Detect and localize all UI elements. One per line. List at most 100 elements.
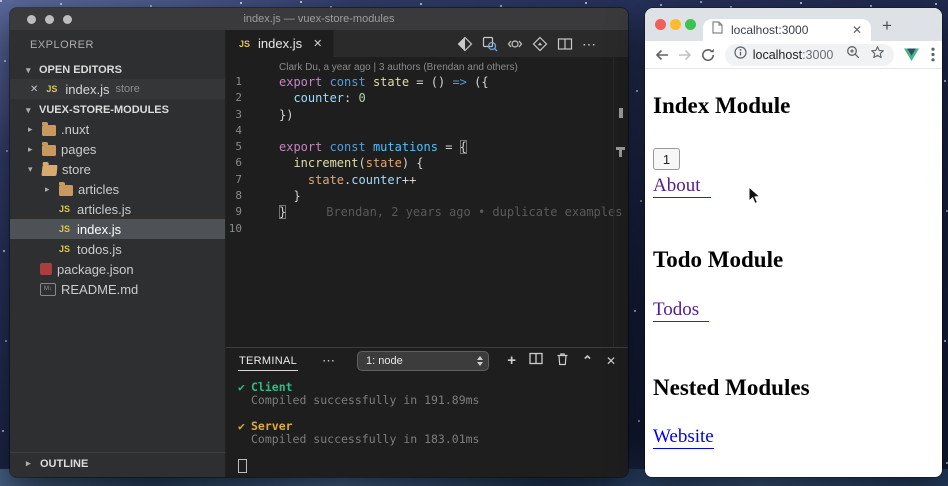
explorer-sidebar: EXPLORER ▾ OPEN EDITORS ✕ JS index.js st… bbox=[10, 30, 225, 477]
code-line[interactable]: 1export const state = () => ({ bbox=[226, 74, 628, 90]
chevron-right-icon: ▸ bbox=[26, 458, 35, 469]
code-line[interactable]: 6 increment(state) { bbox=[226, 155, 628, 171]
forward-icon[interactable] bbox=[674, 43, 697, 66]
link-row: About bbox=[653, 176, 934, 198]
browser-tab[interactable]: localhost:3000 ✕ bbox=[703, 19, 871, 41]
link-row: Todos bbox=[653, 300, 934, 322]
window-minimize-button[interactable] bbox=[670, 19, 681, 30]
overview-mark bbox=[619, 108, 623, 118]
code-text bbox=[242, 221, 279, 237]
kill-terminal-icon[interactable] bbox=[556, 352, 569, 371]
tab-index-js[interactable]: JS index.js ✕ bbox=[226, 30, 334, 57]
about-link[interactable]: About bbox=[653, 176, 711, 198]
menu-icon[interactable] bbox=[924, 47, 942, 62]
new-tab-button[interactable]: + bbox=[882, 16, 892, 36]
toggle-blame-icon[interactable] bbox=[507, 36, 523, 52]
open-editor-item[interactable]: ✕ JS index.js store bbox=[10, 79, 225, 99]
tree-item-package-json[interactable]: package.json bbox=[10, 259, 225, 279]
line-number: 4 bbox=[226, 123, 242, 139]
tree-item-pages[interactable]: ▸pages bbox=[10, 139, 225, 159]
terminal-selector-value: 1: node bbox=[366, 355, 403, 367]
reload-icon[interactable] bbox=[697, 43, 720, 66]
desktop-background: index.js — vuex-store-modules EXPLORER ▾… bbox=[0, 0, 948, 486]
back-icon[interactable] bbox=[651, 43, 674, 66]
open-preview-icon[interactable] bbox=[482, 36, 498, 52]
code-line[interactable]: 10 bbox=[226, 221, 628, 237]
counter-button[interactable]: 1 bbox=[653, 148, 680, 170]
tree-item-store[interactable]: ▾store bbox=[10, 159, 225, 179]
window-minimize-button[interactable] bbox=[45, 15, 54, 24]
close-tab-icon[interactable]: ✕ bbox=[313, 37, 322, 50]
address-bar[interactable]: localhost:3000 bbox=[725, 44, 894, 66]
zoom-icon[interactable] bbox=[846, 45, 860, 64]
js-icon: JS bbox=[57, 204, 72, 214]
desktop-stars bbox=[0, 0, 2, 2]
terminal-cursor bbox=[238, 459, 247, 473]
window-close-button[interactable] bbox=[655, 19, 666, 30]
browser-tabbar[interactable]: localhost:3000 ✕ + bbox=[645, 8, 942, 41]
url-host: localhost bbox=[753, 48, 802, 62]
bookmark-star-icon[interactable] bbox=[870, 45, 885, 65]
split-terminal-icon[interactable] bbox=[529, 352, 543, 370]
gitlens-icon[interactable] bbox=[532, 36, 548, 52]
page-section: Todo ModuleTodos bbox=[653, 198, 934, 321]
outline-label: OUTLINE bbox=[40, 458, 88, 470]
code-line[interactable]: 8 } bbox=[226, 188, 628, 204]
open-editors-section-header[interactable]: ▾ OPEN EDITORS bbox=[10, 61, 225, 79]
tree-item-todos-js[interactable]: JStodos.js bbox=[10, 239, 225, 259]
folder-icon bbox=[59, 185, 73, 196]
page-info-icon[interactable] bbox=[734, 46, 747, 64]
tree-item-readme[interactable]: M↓README.md bbox=[10, 279, 225, 299]
url-text[interactable]: localhost:3000 bbox=[753, 48, 834, 62]
vscode-window: index.js — vuex-store-modules EXPLORER ▾… bbox=[10, 8, 628, 477]
terminal-output[interactable]: ✔ClientCompiled successfully in 191.89ms… bbox=[226, 374, 628, 473]
tree-item-index-js[interactable]: JSindex.js bbox=[10, 219, 225, 239]
terminal-selector[interactable]: 1: node bbox=[357, 351, 489, 371]
new-terminal-icon[interactable]: + bbox=[507, 355, 516, 367]
code-text bbox=[242, 123, 279, 139]
close-icon[interactable]: ✕ bbox=[30, 84, 38, 95]
tree-item-nuxt[interactable]: ▸.nuxt bbox=[10, 119, 225, 139]
file-label: store bbox=[62, 162, 91, 177]
vscode-titlebar[interactable]: index.js — vuex-store-modules bbox=[10, 8, 628, 30]
close-panel-icon[interactable]: ✕ bbox=[606, 354, 616, 368]
code-line[interactable]: 5export const mutations = { bbox=[226, 139, 628, 155]
tree-item-articles-js[interactable]: JSarticles.js bbox=[10, 199, 225, 219]
window-zoom-button[interactable] bbox=[63, 15, 72, 24]
code-editor[interactable]: Clark Du, a year ago | 3 authors (Brenda… bbox=[226, 57, 628, 347]
code-line[interactable]: 3}) bbox=[226, 107, 628, 123]
more-actions-icon[interactable]: ⋯ bbox=[582, 39, 596, 49]
split-editor-icon[interactable] bbox=[557, 36, 573, 52]
website-link[interactable]: Website bbox=[653, 427, 714, 449]
md-icon: M↓ bbox=[40, 283, 56, 296]
tree-item-articles[interactable]: ▸articles bbox=[10, 179, 225, 199]
open-editor-folder-badge: store bbox=[115, 83, 139, 95]
code-line[interactable]: 2 counter: 0 bbox=[226, 90, 628, 106]
line-number: 2 bbox=[226, 90, 242, 106]
terminal-entry: ✔ServerCompiled successfully in 183.01ms bbox=[238, 420, 628, 446]
window-close-button[interactable] bbox=[27, 15, 36, 24]
overview-ruler[interactable] bbox=[613, 57, 628, 347]
vscode-window-controls bbox=[10, 15, 72, 24]
vue-devtools-icon[interactable] bbox=[900, 47, 922, 62]
close-tab-icon[interactable]: ✕ bbox=[852, 23, 862, 37]
window-zoom-button[interactable] bbox=[685, 19, 696, 30]
maximize-panel-icon[interactable]: ⌃ bbox=[582, 356, 593, 366]
check-icon: ✔ bbox=[238, 381, 251, 394]
url-port: :3000 bbox=[802, 48, 833, 62]
line-number: 8 bbox=[226, 188, 242, 204]
code-lines: 1export const state = () => ({2 counter:… bbox=[226, 74, 628, 237]
terminal-tab[interactable]: TERMINAL bbox=[238, 351, 298, 371]
code-line[interactable]: 7 state.counter++ bbox=[226, 172, 628, 188]
code-line[interactable]: 4 bbox=[226, 123, 628, 139]
workspace-section-header[interactable]: ▾ VUEX-STORE-MODULES bbox=[10, 101, 225, 119]
file-label: index.js bbox=[77, 222, 121, 237]
todos-link[interactable]: Todos bbox=[653, 300, 709, 322]
codelens-annotation[interactable]: Clark Du, a year ago | 3 authors (Brenda… bbox=[226, 61, 628, 74]
code-line[interactable]: 9}Brendan, 2 years ago • duplicate examp… bbox=[226, 204, 628, 220]
outline-section-header[interactable]: ▸ OUTLINE bbox=[10, 452, 225, 474]
compare-icon[interactable] bbox=[457, 36, 473, 52]
code-text: state.counter++ bbox=[242, 172, 416, 188]
terminal-more-icon[interactable]: ⋯ bbox=[322, 353, 335, 369]
page-section: Nested ModulesWebsite bbox=[653, 322, 934, 449]
